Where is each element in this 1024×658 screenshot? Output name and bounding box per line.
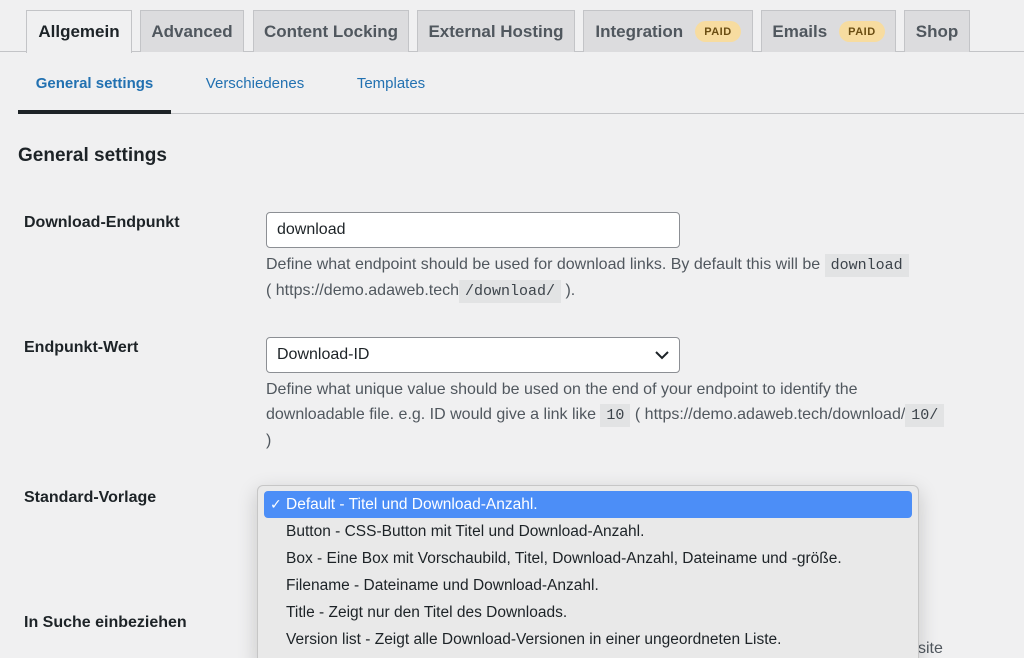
tab-allgemein[interactable]: Allgemein bbox=[26, 10, 132, 53]
endpoint-description: Define what endpoint should be used for … bbox=[266, 252, 966, 304]
tab-external-hosting[interactable]: External Hosting bbox=[417, 10, 575, 52]
tab-emails[interactable]: Emails PAID bbox=[761, 10, 896, 52]
tab-label: Integration bbox=[595, 21, 684, 41]
option-label: Filename - Dateiname und Download-Anzahl… bbox=[286, 576, 599, 594]
tab-label: Content Locking bbox=[263, 21, 399, 41]
endpoint-value-description: Define what unique value should be used … bbox=[266, 377, 946, 453]
search-description: site bbox=[918, 640, 943, 657]
paid-badge: PAID bbox=[839, 21, 885, 42]
subtab-general-settings[interactable]: General settings bbox=[18, 52, 171, 114]
dropdown-option[interactable]: Version list - Zeigt alle Download-Versi… bbox=[264, 626, 912, 653]
option-label: Default - Titel und Download-Anzahl. bbox=[286, 495, 538, 513]
paid-badge: PAID bbox=[695, 21, 741, 42]
option-label: Version list - Zeigt alle Download-Versi… bbox=[286, 630, 782, 648]
tab-integration[interactable]: Integration PAID bbox=[583, 10, 753, 52]
search-label: In Suche einbeziehen bbox=[24, 614, 187, 631]
endpoint-value-label: Endpunkt-Wert bbox=[24, 339, 139, 356]
subtab-label: General settings bbox=[35, 74, 154, 92]
subtab-label: Verschiedenes bbox=[205, 74, 305, 92]
chevron-down-icon bbox=[655, 350, 669, 359]
tab-content-locking[interactable]: Content Locking bbox=[253, 10, 409, 52]
desc-text: ). bbox=[565, 282, 576, 299]
tab-label: Allgemein bbox=[38, 22, 120, 41]
option-label: Title - Zeigt nur den Titel des Download… bbox=[286, 603, 568, 621]
subtab-templates[interactable]: Templates bbox=[354, 52, 428, 114]
dropdown-option[interactable]: Button - CSS-Button mit Titel und Downlo… bbox=[264, 518, 912, 545]
dropdown-option[interactable]: ✓ Default - Titel und Download-Anzahl. bbox=[264, 491, 912, 518]
endpoint-input[interactable] bbox=[266, 212, 680, 248]
tab-label: External Hosting bbox=[428, 21, 564, 41]
endpoint-label: Download-Endpunkt bbox=[24, 214, 180, 231]
tab-label: Emails bbox=[772, 21, 828, 41]
tab-label: Shop bbox=[915, 21, 959, 41]
desc-text: ( https://demo.adaweb.tech bbox=[266, 282, 459, 299]
desc-code: /download/ bbox=[459, 280, 562, 303]
subtab-verschiedenes[interactable]: Verschiedenes bbox=[202, 52, 308, 114]
endpoint-value-select[interactable]: Download-ID bbox=[266, 337, 680, 373]
option-label: Box - Eine Box mit Vorschaubild, Titel, … bbox=[286, 549, 842, 567]
settings-tabbar: Allgemein Advanced Content Locking Exter… bbox=[0, 0, 1024, 53]
desc-text: ( https://demo.adaweb.tech/download/ bbox=[634, 406, 906, 423]
tab-shop[interactable]: Shop bbox=[904, 10, 970, 52]
dropdown-option[interactable]: Filename - Dateiname und Download-Anzahl… bbox=[264, 572, 912, 599]
desc-code: 10/ bbox=[905, 404, 945, 427]
desc-code: download bbox=[824, 254, 909, 277]
dropdown-option[interactable]: Box - Eine Box mit Vorschaubild, Titel, … bbox=[264, 545, 912, 572]
checkmark-icon: ✓ bbox=[270, 496, 282, 512]
desc-text: Define what endpoint should be used for … bbox=[266, 256, 821, 273]
template-dropdown-menu: ✓ Default - Titel und Download-Anzahl. B… bbox=[257, 485, 919, 658]
dropdown-option[interactable]: Title - Zeigt nur den Titel des Download… bbox=[264, 599, 912, 626]
template-label: Standard-Vorlage bbox=[24, 489, 157, 506]
sub-navigation: General settings Verschiedenes Templates bbox=[18, 52, 1024, 114]
select-value: Download-ID bbox=[277, 346, 370, 363]
desc-text: ) bbox=[266, 432, 272, 449]
desc-code: 10 bbox=[600, 404, 631, 427]
section-title: General settings bbox=[18, 145, 167, 166]
tab-advanced[interactable]: Advanced bbox=[140, 10, 244, 52]
option-label: Button - CSS-Button mit Titel und Downlo… bbox=[286, 522, 645, 540]
subtab-label: Templates bbox=[356, 74, 426, 92]
tab-label: Advanced bbox=[151, 21, 233, 41]
